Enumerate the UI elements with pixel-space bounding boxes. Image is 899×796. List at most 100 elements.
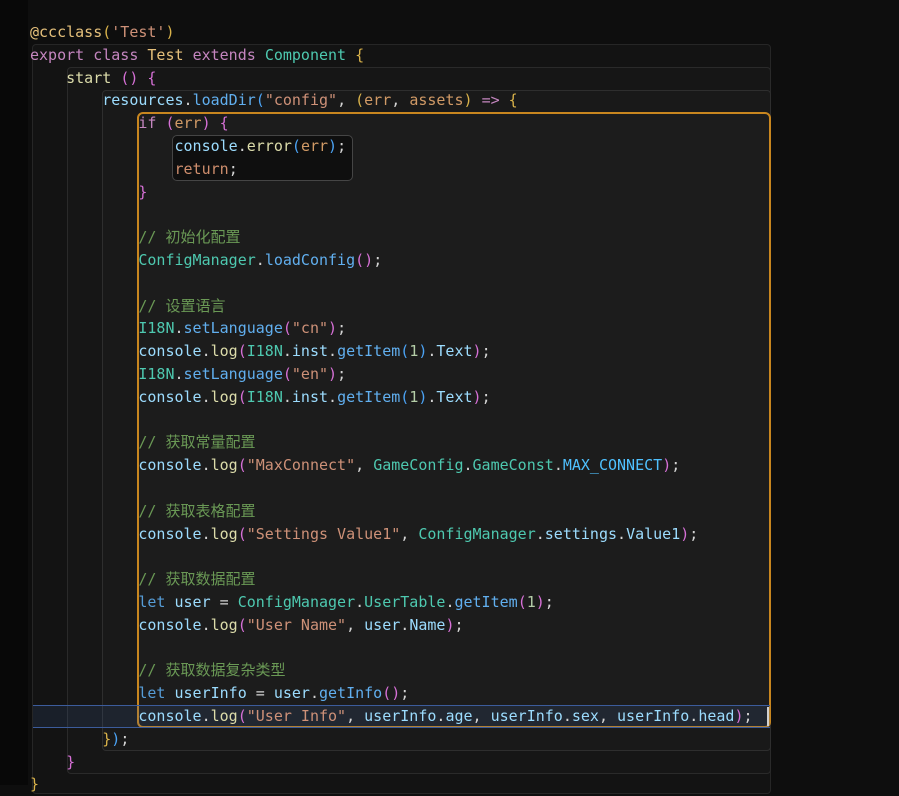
code-token: getInfo (319, 684, 383, 703)
code-token: } (30, 775, 40, 794)
code-line[interactable]: console.log("User Info", userInfo.age, u… (30, 705, 753, 728)
code-token: 1 (526, 593, 536, 611)
code-token: err (364, 91, 392, 110)
code-token: , (400, 524, 410, 543)
code-line[interactable]: let user = ConfigManager.UserTable.getIt… (30, 591, 553, 614)
code-token: error (246, 137, 292, 155)
code-line[interactable]: start () { (30, 67, 156, 90)
code-token: let (138, 593, 166, 611)
code-line[interactable]: // 获取数据配置 (30, 568, 255, 591)
code-token: ) (472, 342, 482, 361)
code-token: . (237, 137, 247, 155)
code-token: ; (120, 729, 130, 748)
code-token: ; (743, 707, 753, 725)
code-token: ; (481, 387, 491, 406)
code-token: Name (409, 615, 446, 634)
code-line[interactable]: console.log("MaxConnect", GameConfig.Gam… (30, 454, 680, 477)
code-token: ( (237, 342, 247, 361)
code-token: "cn" (291, 319, 329, 338)
code-token: . (174, 319, 184, 338)
code-token: getItem (337, 387, 401, 406)
code-token: ) (535, 593, 545, 611)
code-line[interactable]: I18N.setLanguage("en"); (30, 363, 346, 386)
code-line[interactable]: // 获取表格配置 (30, 500, 255, 523)
code-token: ( (237, 707, 247, 725)
code-area[interactable]: @ccclass('Test') export class Test extend… (0, 0, 899, 793)
code-token: // 设置语言 (138, 296, 226, 315)
code-token: console (138, 524, 202, 543)
code-line[interactable]: // 获取数据复杂类型 (30, 659, 285, 682)
code-line[interactable]: return; (30, 158, 238, 181)
code-token: console (138, 456, 202, 475)
code-token: sex (571, 707, 599, 725)
code-token: user (273, 684, 310, 703)
code-token: age (445, 707, 473, 725)
code-token: . (355, 593, 365, 611)
code-token: , (337, 91, 347, 110)
code-token: user (174, 593, 211, 611)
code-token: getItem (454, 593, 518, 611)
code-token: extends (192, 45, 256, 64)
code-line[interactable]: ConfigManager.loadConfig(); (30, 249, 382, 272)
code-line[interactable]: console.log(I18N.inst.getItem(1).Text); (30, 386, 491, 409)
code-token: } (102, 729, 112, 748)
code-line[interactable]: let userInfo = user.getInfo(); (30, 682, 409, 705)
code-line[interactable]: export class Test extends Component { (30, 44, 364, 67)
code-token: log (210, 342, 238, 361)
code-token: 'Test' (111, 23, 166, 41)
code-token: { (147, 68, 157, 87)
code-token: . (201, 387, 211, 406)
code-token: ) (111, 729, 121, 748)
code-token: ) (165, 23, 175, 41)
code-token: resources (102, 91, 184, 110)
code-token: inst (291, 342, 329, 361)
code-token: ) (680, 524, 690, 543)
code-token: . (255, 251, 265, 269)
code-token: ) (662, 456, 672, 475)
code-token: @ccclass (30, 23, 103, 41)
code-token: setLanguage (183, 365, 283, 383)
code-token: getItem (337, 342, 401, 361)
code-line[interactable]: // 初始化配置 (30, 226, 240, 249)
code-token: Text (436, 342, 473, 361)
code-token: , (346, 615, 356, 634)
code-line[interactable]: } (30, 751, 75, 774)
code-line[interactable]: // 获取常量配置 (30, 431, 255, 454)
code-line[interactable]: @ccclass('Test') (30, 21, 175, 44)
code-token: ) (463, 91, 473, 110)
code-line[interactable]: resources.loadDir("config", (err, assets… (30, 89, 518, 112)
code-token: ( (102, 23, 112, 41)
code-token: inst (291, 387, 329, 406)
code-token: log (210, 615, 238, 634)
code-line[interactable]: console.log("User Name", user.Name); (30, 614, 463, 637)
code-line[interactable]: console.error(err); (30, 135, 347, 158)
code-line[interactable]: } (30, 181, 147, 204)
code-token: settings (544, 524, 618, 543)
code-line[interactable]: if (err) { (30, 112, 228, 135)
code-token: } (138, 182, 148, 201)
code-token: . (174, 365, 184, 383)
code-token: { (355, 45, 365, 64)
code-line[interactable]: console.log("Settings Value1", ConfigMan… (30, 523, 698, 546)
code-token: err (174, 114, 202, 133)
code-line[interactable]: console.log(I18N.inst.getItem(1).Text); (30, 340, 490, 363)
code-token: ) (364, 251, 374, 269)
code-token: ( (355, 91, 365, 110)
code-line[interactable]: I18N.setLanguage("cn"); (30, 317, 346, 340)
code-line[interactable]: // 设置语言 (30, 295, 225, 318)
code-token: head (698, 707, 735, 725)
code-token: , (346, 707, 356, 725)
code-line[interactable]: }); (30, 728, 129, 751)
code-token: { (508, 91, 518, 110)
code-token: . (553, 456, 563, 475)
